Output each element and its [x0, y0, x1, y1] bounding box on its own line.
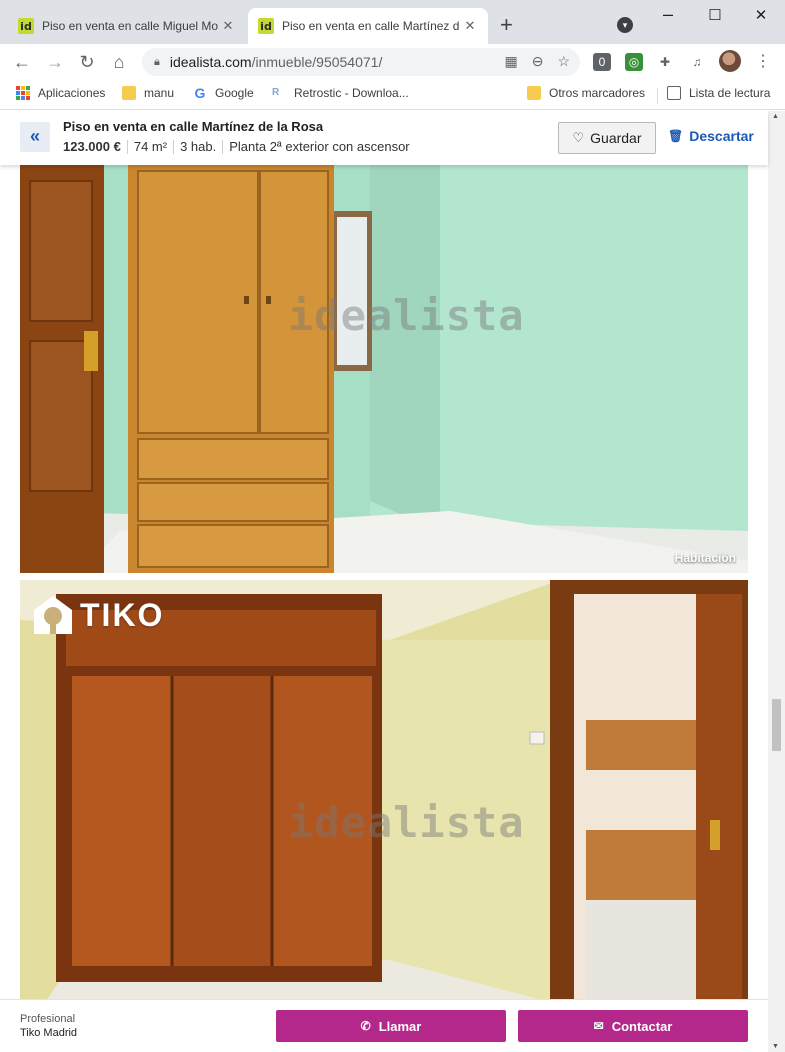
- browser-toolbar: ← → ↻ ⌂ 🔒︎ idealista.com /inmueble/95054…: [0, 44, 785, 80]
- discard-label: Descartar: [689, 128, 754, 144]
- bookmark-star-icon[interactable]: ☆: [557, 53, 570, 70]
- discard-listing-button[interactable]: 🗑︎ Descartar: [668, 128, 754, 144]
- phone-icon: ✆: [360, 1019, 371, 1033]
- advertiser-type: Profesional: [20, 1013, 76, 1025]
- bookmark-retrostic[interactable]: R Retrostic - Downloa...: [272, 86, 409, 100]
- photo-bedroom-sliding-wardrobe: [20, 580, 748, 1010]
- gallery-photo-2[interactable]: TIKO idealista: [20, 580, 748, 1010]
- bookmark-label: Retrostic - Downloa...: [294, 86, 409, 100]
- photo-caption: Habitación: [674, 551, 736, 565]
- bookmark-label: Lista de lectura: [689, 86, 771, 100]
- bookmark-manu[interactable]: manu: [122, 86, 174, 100]
- address-bar[interactable]: 🔒︎ idealista.com /inmueble/95054071/ ▦ ⊖…: [142, 48, 580, 76]
- profile-avatar[interactable]: [719, 50, 741, 72]
- bookmark-label: Otros marcadores: [549, 86, 646, 100]
- back-to-list-button[interactable]: «: [20, 122, 50, 152]
- tiko-brand-text: TIKO: [80, 596, 165, 633]
- listing-rooms: 3 hab.: [180, 139, 217, 154]
- heart-icon: ♡: [572, 130, 585, 145]
- bookmarks-bar: Aplicaciones manu G Google R Retrostic -…: [0, 80, 785, 110]
- idealista-watermark: idealista: [288, 291, 525, 340]
- listing-sticky-header: « Piso en venta en calle Martínez de la …: [0, 111, 768, 165]
- listing-area: 74 m²: [133, 139, 168, 154]
- zoom-icon[interactable]: ⊖: [532, 53, 544, 70]
- listing-price: 123.000 €: [63, 139, 121, 154]
- bookmark-label: Aplicaciones: [38, 86, 106, 100]
- tab-title: Piso en venta en calle Martínez d: [282, 19, 460, 33]
- url-path: /inmueble/95054071/: [251, 54, 383, 70]
- new-tab-button[interactable]: +: [500, 14, 513, 36]
- reload-icon[interactable]: ↻: [75, 50, 99, 74]
- listing-title: Piso en venta en calle Martínez de la Ro…: [63, 119, 324, 134]
- reading-list-icon: [667, 86, 681, 100]
- contact-button[interactable]: ✉ Contactar: [518, 1010, 748, 1042]
- close-icon[interactable]: ✕: [220, 18, 236, 34]
- browser-tab-strip: id Piso en venta en calle Miguel Mo ✕ id…: [0, 0, 785, 44]
- google-icon: G: [194, 85, 206, 101]
- extension-2-icon[interactable]: ◎: [625, 53, 643, 71]
- listing-floor: Planta 2ª exterior con ascensor: [229, 139, 410, 154]
- qr-code-icon[interactable]: ▦: [504, 53, 517, 70]
- spec-divider: [173, 139, 175, 154]
- tab-title: Piso en venta en calle Miguel Mo: [42, 19, 219, 33]
- minimize-icon[interactable]: –: [656, 4, 680, 25]
- tiko-logo: TIKO: [32, 594, 164, 636]
- bookmarks-separator: [657, 88, 658, 104]
- url-host: idealista.com: [169, 54, 252, 70]
- idealista-watermark: idealista: [288, 798, 525, 847]
- lock-icon: 🔒︎: [154, 55, 160, 68]
- spec-divider: [126, 139, 128, 154]
- scroll-down-arrow-icon[interactable]: ▼: [772, 1043, 779, 1050]
- scroll-thumb[interactable]: [772, 699, 781, 751]
- folder-icon: [122, 86, 136, 100]
- retrostic-icon: R: [272, 87, 280, 98]
- window-close-icon[interactable]: ✕: [749, 6, 773, 24]
- call-button[interactable]: ✆ Llamar: [276, 1010, 506, 1042]
- call-label: Llamar: [378, 1018, 422, 1034]
- extension-1-icon[interactable]: 0: [593, 53, 611, 71]
- tab-search-icon[interactable]: ▾: [617, 17, 633, 33]
- home-icon[interactable]: ⌂: [107, 50, 131, 74]
- contact-bar: Profesional Tiko Madrid ✆ Llamar ✉ Conta…: [0, 999, 768, 1052]
- bookmark-label: Google: [215, 86, 254, 100]
- bookmark-google[interactable]: G Google: [193, 86, 254, 100]
- idealista-favicon-icon: id: [258, 18, 274, 34]
- scroll-up-arrow-icon[interactable]: ▲: [772, 113, 779, 120]
- browser-tab-1[interactable]: id Piso en venta en calle Miguel Mo ✕: [8, 8, 246, 44]
- save-listing-button[interactable]: ♡ Guardar: [558, 122, 656, 154]
- advertiser-name[interactable]: Tiko Madrid: [20, 1027, 77, 1039]
- bookmark-reading-list[interactable]: Lista de lectura: [667, 86, 770, 100]
- contact-label: Contactar: [611, 1018, 673, 1034]
- idealista-favicon-icon: id: [18, 18, 34, 34]
- bookmark-other[interactable]: Otros marcadores: [527, 86, 645, 100]
- media-control-icon[interactable]: ♫: [688, 53, 706, 71]
- page-content: idealista Habitación TIKO idealista « Pi…: [0, 111, 785, 1052]
- spec-divider: [222, 139, 224, 154]
- listing-specs: 123.000 € 74 m² 3 hab. Planta 2ª exterio…: [63, 139, 410, 154]
- tiko-house-icon: [34, 596, 72, 634]
- extensions-puzzle-icon[interactable]: ✚: [656, 53, 674, 71]
- back-arrow-icon[interactable]: ←: [10, 50, 34, 74]
- trash-icon: 🗑︎: [668, 129, 684, 143]
- chat-icon: ✉: [593, 1019, 604, 1033]
- apps-grid-icon: [16, 86, 30, 100]
- browser-tab-2[interactable]: id Piso en venta en calle Martínez d ✕: [248, 8, 488, 44]
- gallery-photo-1[interactable]: idealista Habitación: [20, 151, 748, 573]
- save-label: Guardar: [590, 130, 642, 146]
- photo-bedroom-wardrobe: [20, 151, 748, 573]
- forward-arrow-icon[interactable]: →: [43, 50, 67, 74]
- maximize-icon[interactable]: ☐: [703, 6, 727, 24]
- close-icon[interactable]: ✕: [462, 18, 478, 34]
- bookmark-apps[interactable]: Aplicaciones: [16, 86, 105, 100]
- page-scrollbar[interactable]: ▲ ▼: [768, 111, 785, 1052]
- folder-icon: [527, 86, 541, 100]
- bookmark-label: manu: [144, 86, 175, 100]
- more-menu-icon[interactable]: ⋮: [754, 53, 772, 71]
